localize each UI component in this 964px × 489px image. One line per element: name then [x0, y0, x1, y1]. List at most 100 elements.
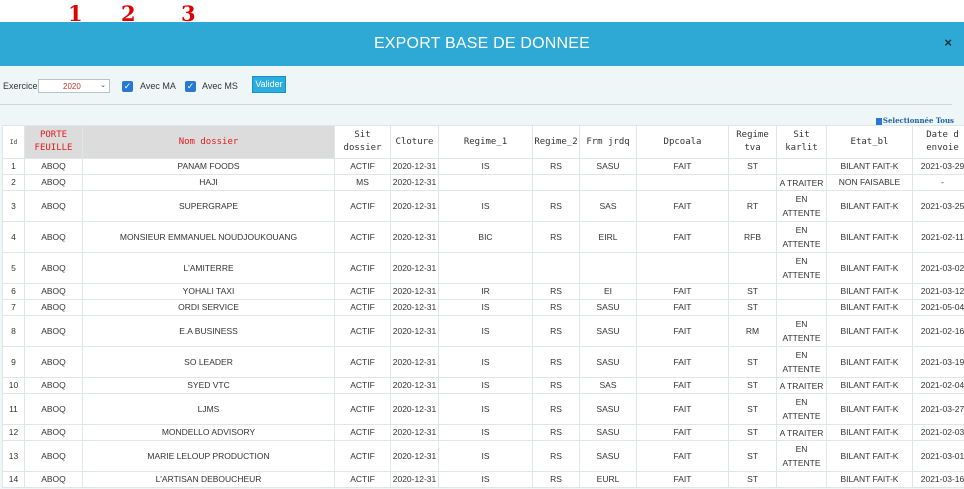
- col-header-regime-2: Regime_2: [532, 125, 580, 159]
- table-row[interactable]: 8 ABOQ E.A BUSINESS ACTIF 2020-12-31 IS RS SASU…: [2, 315, 964, 347]
- table-cell: LJMS: [82, 393, 335, 425]
- table-cell: ABOQ: [24, 471, 83, 488]
- table-cell: EN ATTENTE: [776, 393, 827, 425]
- table-cell: MARIE LELOUP PRODUCTION: [82, 440, 335, 472]
- table-row[interactable]: 1 ABOQ PANAM FOODS ACTIF 2020-12-31 IS RS SASU F…: [2, 158, 964, 175]
- col-header-etat-bl: Etat_bl: [826, 125, 913, 159]
- table-cell: ST: [728, 377, 777, 394]
- table-row[interactable]: 12 ABOQ MONDELLO ADVISORY ACTIF 2020-12-31 IS…: [2, 424, 964, 441]
- table-cell: 2020-12-31: [390, 190, 439, 222]
- table-cell: ACTIF: [334, 346, 391, 378]
- avec-ms-group[interactable]: ✓ Avec MS: [185, 78, 238, 94]
- table-cell: 2021-02-16: [912, 315, 964, 347]
- table-cell: IS: [438, 158, 533, 175]
- table-cell: RS: [532, 440, 580, 472]
- table-cell: RM: [728, 315, 777, 347]
- table-body: 1 ABOQ PANAM FOODS ACTIF 2020-12-31 IS RS SASU F…: [2, 158, 964, 488]
- table-cell: IS: [438, 315, 533, 347]
- table-cell: SUPERGRAPE: [82, 190, 335, 222]
- table-cell: A TRAITER: [776, 424, 827, 441]
- table-cell: IS: [438, 377, 533, 394]
- table-cell: RS: [532, 190, 580, 222]
- table-cell: [728, 174, 777, 191]
- table-cell: BILANT FAIT-K: [826, 190, 913, 222]
- table-cell: BILANT FAIT-K: [826, 393, 913, 425]
- table-row[interactable]: 10 ABOQ SYED VTC ACTIF 2020-12-31 IS RS SAS FAIT…: [2, 377, 964, 394]
- table-cell: ABOQ: [24, 424, 83, 441]
- table-row[interactable]: 5 ABOQ L'AMITERRE ACTIF 2020-12-31 EN ATTENTE…: [2, 252, 964, 284]
- table-row[interactable]: 2 ABOQ HAJI MS 2020-12-31 A TRAITER NON FAISAB…: [2, 174, 964, 191]
- avec-ma-checkbox[interactable]: ✓: [122, 80, 133, 92]
- table-cell: ACTIF: [334, 158, 391, 175]
- table-cell: 2021-03-27: [912, 393, 964, 425]
- table-cell: [776, 158, 827, 175]
- table-cell: 2020-12-31: [390, 252, 439, 284]
- table-cell: EN ATTENTE: [776, 315, 827, 347]
- table-cell: IR: [438, 283, 533, 300]
- checkbox-icon: [875, 117, 882, 125]
- table-row[interactable]: 4 ABOQ MONSIEUR EMMANUEL NOUDJOUKOUANG ACTI…: [2, 221, 964, 253]
- table-cell: SYED VTC: [82, 377, 335, 394]
- exercice-select[interactable]: 2020 ⌄: [38, 79, 110, 93]
- table-cell: FAIT: [636, 190, 729, 222]
- table-cell: ABOQ: [24, 393, 83, 425]
- table-cell: 2020-12-31: [390, 315, 439, 347]
- chevron-down-icon: ⌄: [100, 82, 106, 89]
- table-cell: 2020-12-31: [390, 158, 439, 175]
- table-cell: BILANT FAIT-K: [826, 221, 913, 253]
- select-all-link[interactable]: Selectionnée Tous: [875, 116, 954, 125]
- valider-button[interactable]: Valider: [252, 76, 286, 93]
- table-cell: [579, 174, 637, 191]
- table-header-row: Id PORTE FEUILLE Nom dossier Sit dossier…: [2, 125, 964, 159]
- col-header-cloture: Cloture: [390, 125, 439, 159]
- table-cell: RS: [532, 346, 580, 378]
- avec-ma-group[interactable]: ✓ Avec MA: [122, 78, 176, 94]
- avec-ms-checkbox[interactable]: ✓: [185, 80, 196, 92]
- close-icon[interactable]: ×: [944, 35, 952, 50]
- table-cell: A TRAITER: [776, 174, 827, 191]
- dialog-header: EXPORT BASE DE DONNEE ×: [0, 22, 964, 66]
- col-header-porte-feuille: PORTE FEUILLE: [24, 125, 83, 159]
- table-cell: [776, 299, 827, 316]
- col-header-sit-karlit: Sit karlit: [776, 125, 827, 159]
- table-cell: SASU: [579, 440, 637, 472]
- table-cell: 2021-03-12: [912, 283, 964, 300]
- col-header-dpcoala: Dpcoala: [636, 125, 729, 159]
- table-cell: BILANT FAIT-K: [826, 158, 913, 175]
- table-cell: RT: [728, 190, 777, 222]
- table-cell: IS: [438, 424, 533, 441]
- table-cell: EN ATTENTE: [776, 440, 827, 472]
- table-cell: 2020-12-31: [390, 440, 439, 472]
- table-row[interactable]: 11 ABOQ LJMS ACTIF 2020-12-31 IS RS SASU FAIT ST E…: [2, 393, 964, 425]
- table-cell: ACTIF: [334, 190, 391, 222]
- table-row[interactable]: 9 ABOQ SO LEADER ACTIF 2020-12-31 IS RS SASU FAI…: [2, 346, 964, 378]
- table-cell: 14: [2, 471, 25, 488]
- table-cell: FAIT: [636, 424, 729, 441]
- table-cell: L'AMITERRE: [82, 252, 335, 284]
- table-cell: FAIT: [636, 283, 729, 300]
- table-cell: ABOQ: [24, 283, 83, 300]
- table-cell: RFB: [728, 221, 777, 253]
- table-cell: [776, 283, 827, 300]
- table-row[interactable]: 3 ABOQ SUPERGRAPE ACTIF 2020-12-31 IS RS SAS FAI…: [2, 190, 964, 222]
- col-header-sit-dossier: Sit dossier: [334, 125, 391, 159]
- table-row[interactable]: 7 ABOQ ORDI SERVICE ACTIF 2020-12-31 IS RS SASU…: [2, 299, 964, 316]
- table-row[interactable]: 6 ABOQ YOHALI TAXI ACTIF 2020-12-31 IR RS EI FAI…: [2, 283, 964, 300]
- table-cell: [532, 174, 580, 191]
- table-cell: SAS: [579, 377, 637, 394]
- table-cell: SASU: [579, 299, 637, 316]
- table-cell: 2: [2, 174, 25, 191]
- table-cell: EIRL: [579, 221, 637, 253]
- col-header-date-envoie: Date d envoie: [912, 125, 964, 159]
- col-header-regime-1: Regime_1: [438, 125, 533, 159]
- table-cell: MS: [334, 174, 391, 191]
- table-row[interactable]: 14 ABOQ L'ARTISAN DEBOUCHEUR ACTIF 2020-12-3…: [2, 471, 964, 488]
- table-cell: -: [912, 174, 964, 191]
- table-cell: 2021-05-04: [912, 299, 964, 316]
- table-cell: 2021-02-11: [912, 221, 964, 253]
- table-row[interactable]: 13 ABOQ MARIE LELOUP PRODUCTION ACTIF 2020-1…: [2, 440, 964, 472]
- table-cell: 8: [2, 315, 25, 347]
- table-cell: ACTIF: [334, 377, 391, 394]
- table-cell: 2021-02-03: [912, 424, 964, 441]
- exercice-label: Exercice: [3, 81, 38, 91]
